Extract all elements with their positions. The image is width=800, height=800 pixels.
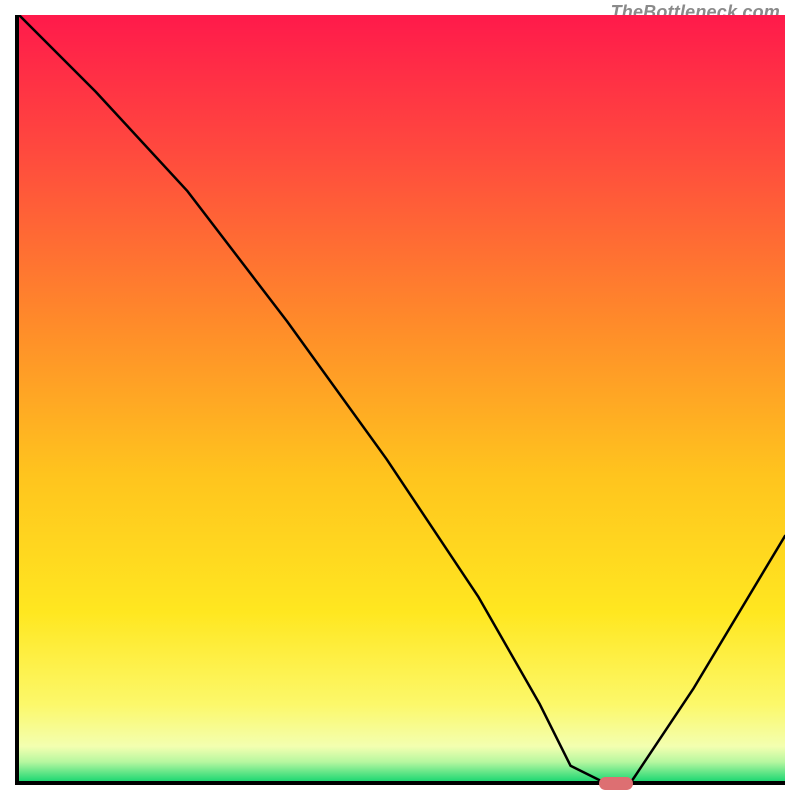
chart-frame: TheBottleneck.com	[0, 0, 800, 800]
gradient-background	[19, 15, 785, 781]
optimal-marker	[599, 777, 633, 790]
x-axis	[15, 781, 785, 785]
bottleneck-chart	[19, 15, 785, 781]
